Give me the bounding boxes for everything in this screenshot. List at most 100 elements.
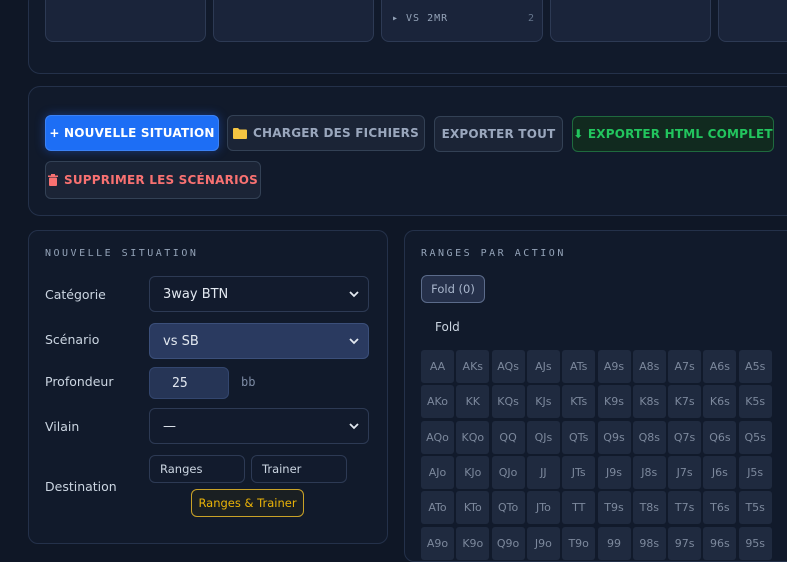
hand-cell[interactable]: Q7s bbox=[668, 420, 702, 454]
hand-cell[interactable]: AKs bbox=[456, 350, 490, 383]
scenario-card[interactable] bbox=[213, 0, 374, 42]
new-situation-button[interactable]: + NOUVELLE SITUATION bbox=[45, 115, 219, 151]
hand-cell[interactable]: J6s bbox=[703, 455, 737, 489]
category-value: 3way BTN bbox=[163, 286, 229, 302]
hand-cell[interactable]: A9s bbox=[597, 350, 631, 383]
hand-cell[interactable]: 97s bbox=[668, 526, 702, 560]
hand-cell[interactable]: J7s bbox=[668, 455, 702, 489]
hand-cell[interactable]: A6s bbox=[703, 350, 737, 383]
hand-cell[interactable]: QJo bbox=[491, 455, 525, 489]
hand-cell[interactable]: T9s bbox=[597, 491, 631, 525]
hand-cell[interactable]: K9s bbox=[597, 385, 631, 419]
hand-cell[interactable]: K7s bbox=[668, 385, 702, 419]
depth-input[interactable]: 25 bbox=[149, 367, 229, 399]
hand-cell[interactable]: Q9o bbox=[491, 526, 525, 560]
hand-cell[interactable]: JJ bbox=[526, 455, 560, 489]
hand-cell[interactable]: J5s bbox=[738, 455, 772, 489]
hand-cell[interactable]: A9o bbox=[421, 526, 454, 560]
delete-scenarios-label: SUPPRIMER LES SCÉNARIOS bbox=[63, 173, 259, 187]
hand-cell[interactable]: J8s bbox=[632, 455, 666, 489]
chevron-down-icon bbox=[349, 291, 359, 298]
category-label: Catégorie bbox=[45, 287, 106, 302]
hand-cell[interactable]: A8s bbox=[632, 350, 666, 383]
hand-cell[interactable]: AJs bbox=[526, 350, 560, 383]
hand-cell[interactable]: A5s bbox=[738, 350, 772, 383]
hand-cell[interactable]: AA bbox=[421, 350, 454, 383]
hand-cell[interactable]: Q5s bbox=[738, 420, 772, 454]
hand-cell[interactable]: KTs bbox=[562, 385, 596, 419]
delete-scenarios-button[interactable]: SUPPRIMER LES SCÉNARIOS bbox=[45, 161, 261, 199]
hand-cell[interactable]: T7s bbox=[668, 491, 702, 525]
trash-icon bbox=[47, 174, 58, 186]
hand-cell[interactable]: JTs bbox=[562, 455, 596, 489]
new-situation-form: NOUVELLE SITUATION Catégorie 3way BTN Sc… bbox=[28, 230, 388, 544]
hand-cell[interactable]: T9o bbox=[562, 526, 596, 560]
folder-icon bbox=[233, 128, 248, 139]
hand-cell[interactable]: J9s bbox=[597, 455, 631, 489]
hand-cell[interactable]: J9o bbox=[526, 526, 560, 560]
hand-cell[interactable]: ATs bbox=[562, 350, 596, 383]
hand-cell[interactable]: QTo bbox=[491, 491, 525, 525]
scenario-card[interactable] bbox=[718, 0, 787, 42]
hand-cell[interactable]: T6s bbox=[703, 491, 737, 525]
fold-action-chip[interactable]: Fold (0) bbox=[421, 275, 485, 303]
export-all-button[interactable]: EXPORTER TOUT bbox=[434, 116, 563, 152]
hand-cell[interactable]: KK bbox=[456, 385, 490, 419]
hand-cell[interactable]: K9o bbox=[456, 526, 490, 560]
hand-cell[interactable]: 95s bbox=[738, 526, 772, 560]
hand-cell[interactable]: 96s bbox=[703, 526, 737, 560]
hand-cell[interactable]: T5s bbox=[738, 491, 772, 525]
hand-cell[interactable]: Q8s bbox=[632, 420, 666, 454]
villain-value: — bbox=[163, 418, 176, 434]
hand-cell[interactable]: KQo bbox=[456, 420, 490, 454]
scenario-label: Scénario bbox=[45, 332, 100, 347]
fold-action-label: Fold bbox=[435, 320, 460, 334]
scenario-card[interactable] bbox=[550, 0, 711, 42]
hand-cell[interactable]: Q6s bbox=[703, 420, 737, 454]
hand-cell[interactable]: 98s bbox=[632, 526, 666, 560]
hand-cell[interactable]: K8s bbox=[632, 385, 666, 419]
villain-select[interactable]: — bbox=[149, 408, 369, 444]
chevron-down-icon bbox=[349, 423, 359, 430]
hand-cell[interactable]: Q9s bbox=[597, 420, 631, 454]
depth-label: Profondeur bbox=[45, 374, 114, 389]
hand-cell[interactable]: AQo bbox=[421, 420, 454, 454]
destination-ranges-trainer-option[interactable]: Ranges & Trainer bbox=[191, 489, 304, 517]
hand-cell[interactable]: AJo bbox=[421, 455, 454, 489]
hand-cell[interactable]: K5s bbox=[738, 385, 772, 419]
scenario-card[interactable] bbox=[45, 0, 206, 42]
destination-label: Destination bbox=[45, 479, 117, 494]
hand-cell[interactable]: K6s bbox=[703, 385, 737, 419]
hand-cell[interactable]: KJo bbox=[456, 455, 490, 489]
scenario-card-count: 2 bbox=[527, 13, 534, 24]
depth-unit: bb bbox=[241, 375, 256, 389]
hand-cell[interactable]: KQs bbox=[491, 385, 525, 419]
load-files-label: CHARGER DES FICHIERS bbox=[253, 126, 419, 140]
scenario-select[interactable]: vs SB bbox=[149, 323, 369, 359]
scenario-value: vs SB bbox=[163, 333, 199, 349]
hand-cell[interactable]: 99 bbox=[597, 526, 631, 560]
hand-cell[interactable]: T8s bbox=[632, 491, 666, 525]
hand-cell[interactable]: TT bbox=[562, 491, 596, 525]
form-title: NOUVELLE SITUATION bbox=[45, 248, 199, 259]
hand-cell[interactable]: A7s bbox=[668, 350, 702, 383]
hand-cell[interactable]: ATo bbox=[421, 491, 454, 525]
destination-ranges-option[interactable]: Ranges bbox=[149, 455, 245, 483]
scenario-card-label: ▸ VS 2MR bbox=[392, 13, 449, 24]
hand-cell[interactable]: AQs bbox=[491, 350, 525, 383]
ranges-title: RANGES PAR ACTION bbox=[421, 248, 566, 259]
hand-cell[interactable]: JTo bbox=[526, 491, 560, 525]
category-select[interactable]: 3way BTN bbox=[149, 276, 369, 312]
hand-cell[interactable]: QJs bbox=[526, 420, 560, 454]
scenario-card[interactable]: ▸ VS 2MR 2 bbox=[381, 0, 543, 42]
chevron-down-icon bbox=[349, 338, 359, 345]
villain-label: Vilain bbox=[45, 419, 80, 434]
hand-cell[interactable]: KJs bbox=[526, 385, 560, 419]
load-files-button[interactable]: CHARGER DES FICHIERS bbox=[227, 115, 425, 151]
hand-cell[interactable]: QTs bbox=[562, 420, 596, 454]
export-html-button[interactable]: ⬇ EXPORTER HTML COMPLET bbox=[572, 116, 774, 152]
destination-trainer-option[interactable]: Trainer bbox=[251, 455, 347, 483]
hand-cell[interactable]: KTo bbox=[456, 491, 490, 525]
hand-cell[interactable]: QQ bbox=[491, 420, 525, 454]
hand-cell[interactable]: AKo bbox=[421, 385, 454, 419]
